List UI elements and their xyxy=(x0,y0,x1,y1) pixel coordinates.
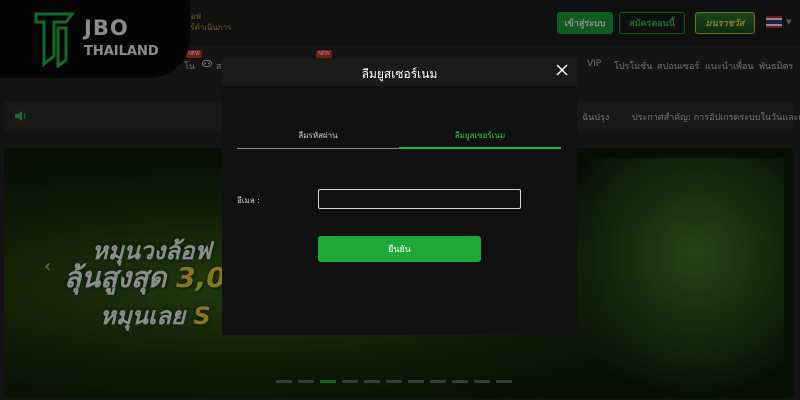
email-label: อีเมล : xyxy=(237,196,260,205)
confirm-button[interactable]: ยืนยัน xyxy=(318,236,481,262)
modal-title: ลืมยูสเซอร์เนม xyxy=(361,67,438,81)
email-field[interactable] xyxy=(318,189,521,209)
page: ทคอฟ ขอร์ดำเนินการ เข้าสู่ระบบ สมัครตอนน… xyxy=(0,0,800,400)
modal-header: ลืมยูสเซอร์เนม xyxy=(222,58,577,86)
tab-forgot-username[interactable]: ลืมยูสเซอร์เนม xyxy=(399,129,561,142)
close-icon[interactable] xyxy=(555,63,569,77)
tab-active-underline xyxy=(399,147,561,149)
tab-underline xyxy=(237,148,399,149)
forgot-username-modal: ลืมยูสเซอร์เนม ลืมรหัสผ่าน ลืมยูสเซอร์เน… xyxy=(222,58,577,335)
tab-forgot-password[interactable]: ลืมรหัสผ่าน xyxy=(237,129,399,142)
